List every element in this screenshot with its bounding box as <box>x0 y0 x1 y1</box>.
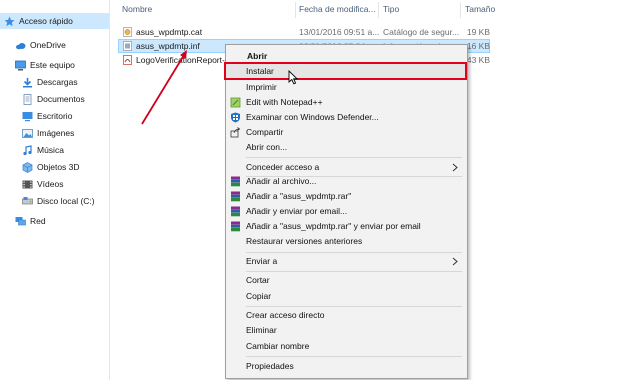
menu-item-restore[interactable]: Restaurar versiones anteriores <box>225 234 466 250</box>
menu-label: Conceder acceso a <box>246 162 320 172</box>
menu-item-delete[interactable]: Eliminar <box>225 323 466 339</box>
winrar-icon <box>231 221 240 232</box>
notepad-plus-icon <box>230 97 241 108</box>
menu-separator <box>246 356 462 357</box>
menu-item-install[interactable]: Instalar <box>225 64 466 80</box>
menu-label: Crear acceso directo <box>246 310 325 320</box>
menu-label: Añadir a "asus_wpdmtp.rar" <box>246 191 352 201</box>
winrar-icon <box>231 191 240 202</box>
windows-defender-icon <box>231 112 240 123</box>
menu-separator <box>246 252 462 253</box>
menu-item-add-rar-email[interactable]: Añadir a "asus_wpdmtp.rar" y enviar por … <box>225 219 466 235</box>
menu-item-copy[interactable]: Copiar <box>225 289 466 305</box>
menu-label: Cambiar nombre <box>246 341 310 351</box>
menu-label: Restaurar versiones anteriores <box>246 236 363 246</box>
menu-separator <box>246 157 462 158</box>
menu-label: Copiar <box>246 291 272 301</box>
menu-item-create-shortcut[interactable]: Crear acceso directo <box>225 308 466 324</box>
menu-item-open-with[interactable]: Abrir con... <box>225 140 466 156</box>
menu-label: Añadir a "asus_wpdmtp.rar" y enviar por … <box>246 221 421 231</box>
menu-label: Cortar <box>246 275 270 285</box>
menu-item-rename[interactable]: Cambiar nombre <box>225 339 466 355</box>
winrar-icon <box>231 176 240 187</box>
menu-label: Eliminar <box>246 325 277 335</box>
menu-label: Añadir al archivo... <box>246 176 317 186</box>
menu-label: Compartir <box>246 127 284 137</box>
menu-item-share[interactable]: Compartir <box>225 125 466 141</box>
menu-item-add-email[interactable]: Añadir y enviar por email... <box>225 204 466 220</box>
menu-label: Instalar <box>246 66 274 76</box>
menu-label: Edit with Notepad++ <box>246 97 323 107</box>
menu-separator <box>246 271 462 272</box>
menu-label: Examinar con Windows Defender... <box>246 112 379 122</box>
winrar-icon <box>231 206 240 217</box>
mouse-cursor-icon <box>288 70 298 85</box>
menu-item-send-to[interactable]: Enviar a <box>225 254 466 270</box>
menu-item-windows-defender[interactable]: Examinar con Windows Defender... <box>225 110 466 126</box>
menu-label: Enviar a <box>246 256 278 266</box>
menu-separator <box>246 306 462 307</box>
menu-label: Abrir con... <box>246 142 288 152</box>
menu-item-print[interactable]: Imprimir <box>225 80 466 96</box>
menu-item-add-rar[interactable]: Añadir a "asus_wpdmtp.rar" <box>225 189 466 205</box>
menu-label: Propiedades <box>246 361 294 371</box>
menu-item-properties[interactable]: Propiedades <box>225 359 466 375</box>
menu-item-add-archive[interactable]: Añadir al archivo... <box>225 174 466 190</box>
submenu-arrow-icon <box>452 163 458 172</box>
menu-label: Imprimir <box>246 82 277 92</box>
share-icon <box>230 127 241 138</box>
menu-item-cut[interactable]: Cortar <box>225 273 466 289</box>
menu-item-edit-notepad[interactable]: Edit with Notepad++ <box>225 95 466 111</box>
submenu-arrow-icon <box>452 257 458 266</box>
context-menu-items: Instalar Imprimir Edit with Notepad++ Ex… <box>225 44 468 379</box>
menu-label: Añadir y enviar por email... <box>246 206 348 216</box>
